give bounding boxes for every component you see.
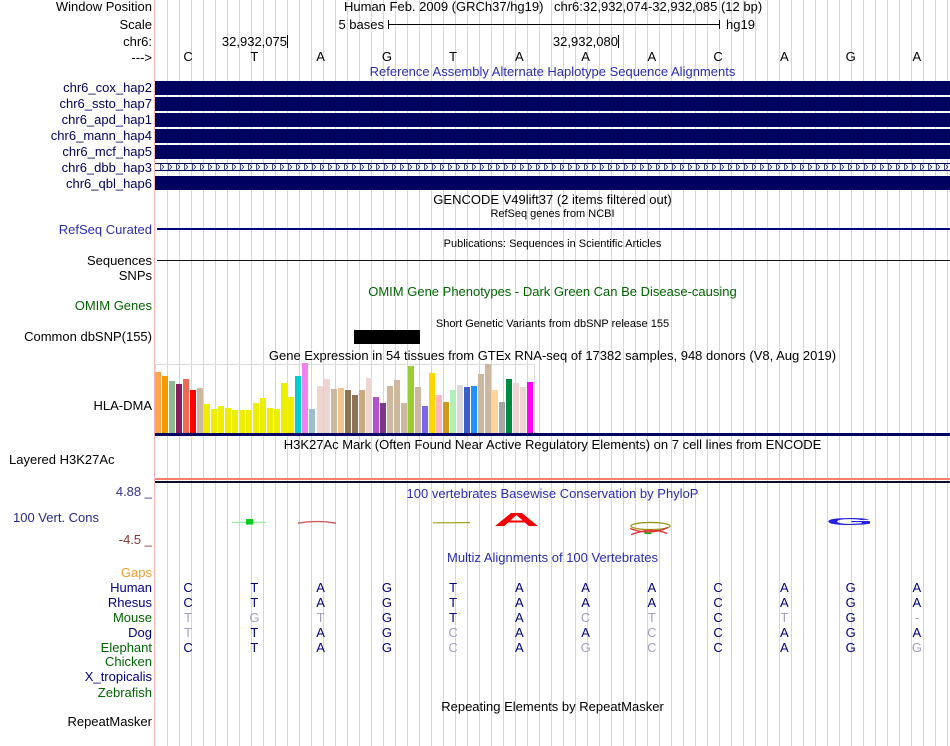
svg-text:G: G (826, 516, 874, 528)
svg-text:A: A (494, 510, 540, 530)
